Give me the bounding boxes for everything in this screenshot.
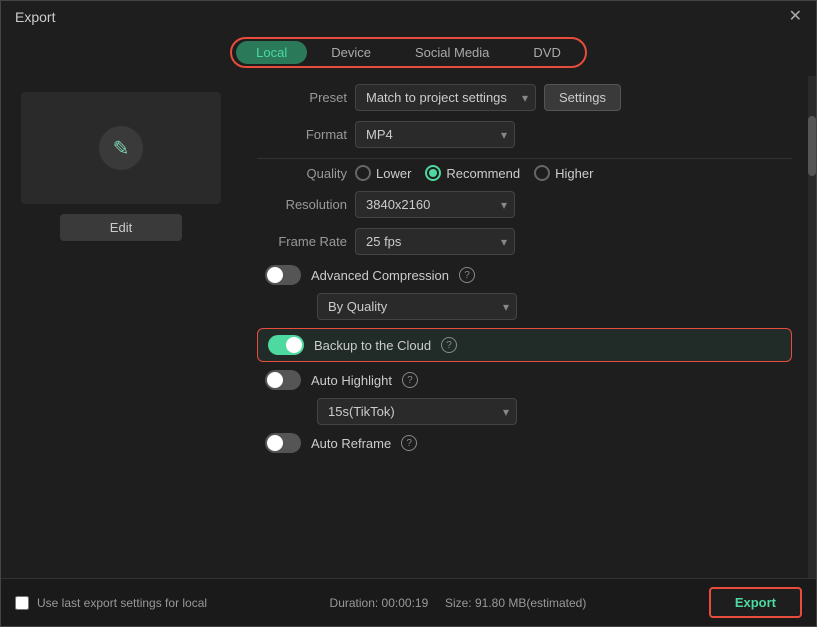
last-settings-checkbox[interactable] bbox=[15, 596, 29, 610]
framerate-label: Frame Rate bbox=[257, 234, 347, 249]
tab-bar: Local Device Social Media DVD bbox=[1, 33, 816, 76]
auto-reframe-help[interactable]: ? bbox=[401, 435, 417, 451]
preview-icon: ✎ bbox=[99, 126, 143, 170]
by-quality-select[interactable]: By Quality bbox=[317, 293, 517, 320]
export-button[interactable]: Export bbox=[709, 587, 802, 618]
quality-higher[interactable]: Higher bbox=[534, 165, 593, 181]
pencil-icon: ✎ bbox=[113, 136, 130, 161]
backup-cloud-toggle[interactable] bbox=[268, 335, 304, 355]
quality-lower-label: Lower bbox=[376, 166, 411, 181]
by-quality-row: By Quality bbox=[257, 293, 792, 320]
tab-local[interactable]: Local bbox=[236, 41, 307, 64]
title-bar: Export ✕ bbox=[1, 1, 816, 33]
framerate-row: Frame Rate 25 fps bbox=[257, 228, 792, 255]
resolution-select-wrapper: 3840x2160 bbox=[355, 191, 515, 218]
backup-cloud-help[interactable]: ? bbox=[441, 337, 457, 353]
quality-lower[interactable]: Lower bbox=[355, 165, 411, 181]
quality-row: Quality Lower Recommend Higher bbox=[257, 165, 792, 181]
format-row: Format MP4 bbox=[257, 121, 792, 148]
edit-button[interactable]: Edit bbox=[60, 214, 182, 241]
preview-thumbnail: ✎ bbox=[21, 92, 221, 204]
format-select[interactable]: MP4 bbox=[355, 121, 515, 148]
backup-cloud-row: Backup to the Cloud ? bbox=[257, 328, 792, 362]
preview-panel: ✎ Edit bbox=[1, 76, 241, 578]
settings-button[interactable]: Settings bbox=[544, 84, 621, 111]
scrollbar-thumb[interactable] bbox=[808, 116, 816, 176]
format-select-wrapper: MP4 bbox=[355, 121, 515, 148]
tab-group: Local Device Social Media DVD bbox=[230, 37, 587, 68]
quality-recommend[interactable]: Recommend bbox=[425, 165, 520, 181]
tab-device[interactable]: Device bbox=[311, 41, 391, 64]
tab-social-media[interactable]: Social Media bbox=[395, 41, 509, 64]
framerate-select[interactable]: 25 fps bbox=[355, 228, 515, 255]
duration-text: Duration: 00:00:19 bbox=[330, 596, 429, 610]
auto-reframe-toggle[interactable] bbox=[265, 433, 301, 453]
preset-label: Preset bbox=[257, 90, 347, 105]
resolution-label: Resolution bbox=[257, 197, 347, 212]
tab-dvd[interactable]: DVD bbox=[513, 41, 580, 64]
advanced-compression-help[interactable]: ? bbox=[459, 267, 475, 283]
auto-highlight-select[interactable]: 15s(TikTok) bbox=[317, 398, 517, 425]
advanced-compression-row: Advanced Compression ? bbox=[257, 265, 792, 285]
auto-highlight-sub-row: 15s(TikTok) bbox=[257, 398, 792, 425]
by-quality-select-wrapper: By Quality bbox=[317, 293, 517, 320]
export-window: Export ✕ Local Device Social Media DVD ✎… bbox=[0, 0, 817, 627]
last-settings-label: Use last export settings for local bbox=[37, 596, 207, 610]
footer: Use last export settings for local Durat… bbox=[1, 578, 816, 626]
auto-highlight-select-wrapper: 15s(TikTok) bbox=[317, 398, 517, 425]
size-text: Size: 91.80 MB(estimated) bbox=[445, 596, 586, 610]
advanced-compression-toggle[interactable] bbox=[265, 265, 301, 285]
quality-higher-label: Higher bbox=[555, 166, 593, 181]
auto-reframe-label: Auto Reframe bbox=[311, 436, 391, 451]
preset-row: Preset Match to project settings Setting… bbox=[257, 84, 792, 111]
radio-recommend bbox=[425, 165, 441, 181]
backup-cloud-label: Backup to the Cloud bbox=[314, 338, 431, 353]
preset-select[interactable]: Match to project settings bbox=[355, 84, 536, 111]
advanced-compression-label: Advanced Compression bbox=[311, 268, 449, 283]
footer-left: Use last export settings for local bbox=[15, 596, 207, 610]
divider-1 bbox=[257, 158, 792, 159]
auto-highlight-row: Auto Highlight ? bbox=[257, 370, 792, 390]
footer-info: Duration: 00:00:19 Size: 91.80 MB(estima… bbox=[330, 596, 587, 610]
settings-panel: Preset Match to project settings Setting… bbox=[241, 76, 808, 578]
radio-higher bbox=[534, 165, 550, 181]
window-title: Export bbox=[15, 9, 55, 25]
main-content: ✎ Edit Preset Match to project settings … bbox=[1, 76, 816, 578]
resolution-select[interactable]: 3840x2160 bbox=[355, 191, 515, 218]
scrollbar-track bbox=[808, 76, 816, 578]
radio-lower bbox=[355, 165, 371, 181]
quality-label: Quality bbox=[257, 166, 347, 181]
close-button[interactable]: ✕ bbox=[789, 9, 802, 25]
quality-options: Lower Recommend Higher bbox=[355, 165, 792, 181]
preset-select-wrapper: Match to project settings bbox=[355, 84, 536, 111]
auto-highlight-toggle[interactable] bbox=[265, 370, 301, 390]
format-label: Format bbox=[257, 127, 347, 142]
framerate-select-wrapper: 25 fps bbox=[355, 228, 515, 255]
auto-reframe-row: Auto Reframe ? bbox=[257, 433, 792, 453]
auto-highlight-label: Auto Highlight bbox=[311, 373, 392, 388]
quality-recommend-label: Recommend bbox=[446, 166, 520, 181]
auto-highlight-help[interactable]: ? bbox=[402, 372, 418, 388]
resolution-row: Resolution 3840x2160 bbox=[257, 191, 792, 218]
